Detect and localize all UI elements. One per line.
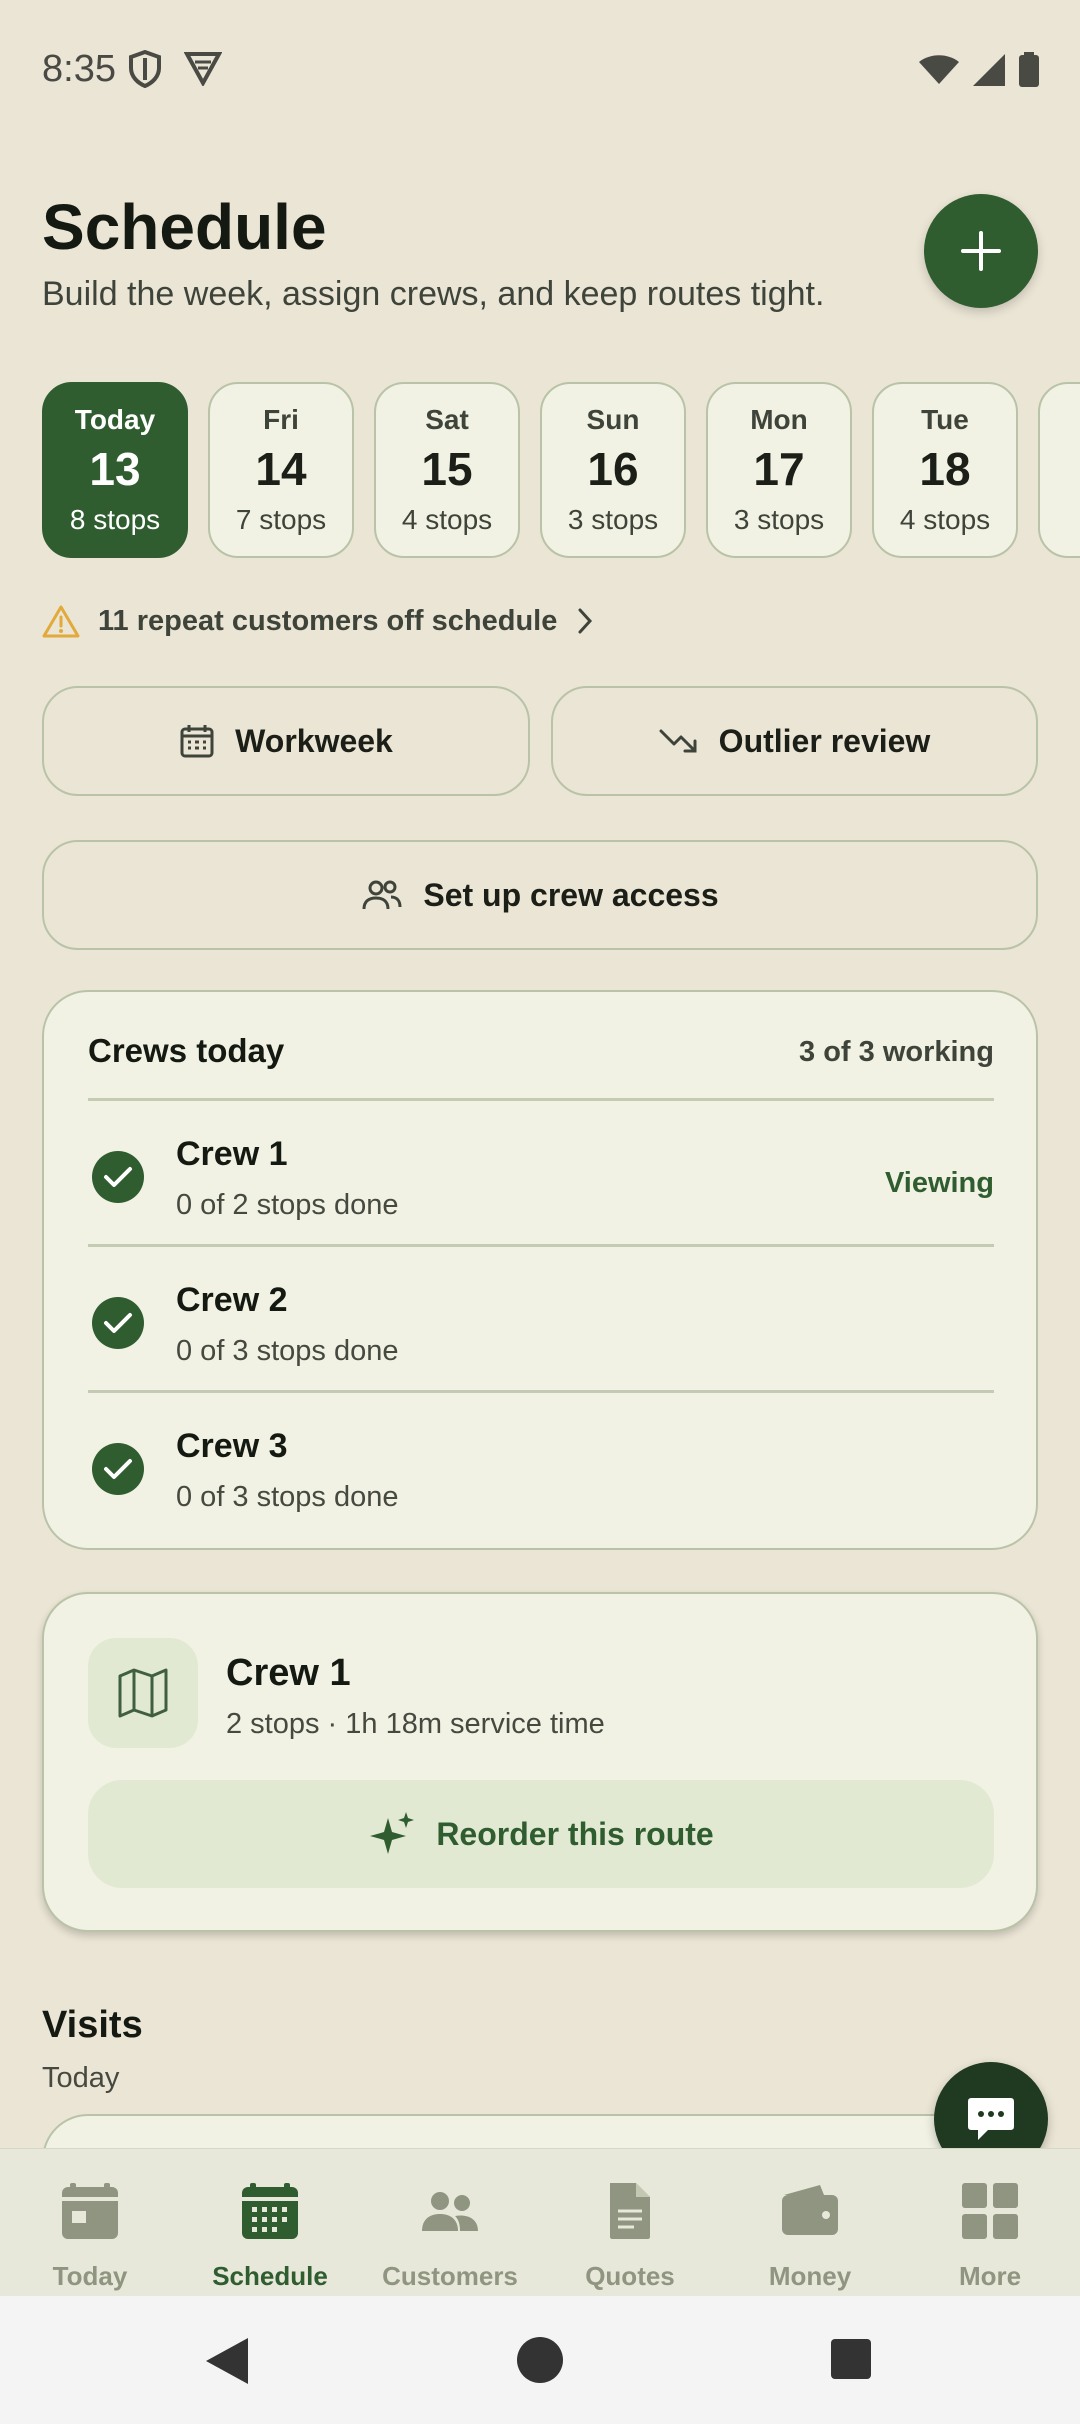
home-icon[interactable] — [516, 2336, 564, 2384]
nav-label: Money — [768, 2261, 852, 2291]
map-icon — [88, 1638, 198, 1748]
wallet-icon — [782, 2185, 838, 2235]
nav-today[interactable]: Today — [0, 2149, 180, 2297]
crew-name: Crew 2 — [176, 1281, 288, 1319]
route-crew-title: Crew 1 — [226, 1652, 351, 1694]
day-stops: 3 stops — [567, 504, 659, 535]
nav-schedule[interactable]: Schedule — [180, 2149, 360, 2297]
check-icon — [92, 1297, 144, 1349]
day-number: 18 — [919, 443, 971, 495]
add-button[interactable] — [924, 194, 1038, 308]
nav-label: Customers — [382, 2261, 518, 2291]
grid-icon — [962, 2183, 1018, 2239]
document-icon — [610, 2183, 650, 2239]
day-chip-today[interactable]: Today 13 8 stops — [42, 382, 188, 558]
day-number: 15 — [421, 443, 473, 495]
crews-working-count: 3 of 3 working — [799, 1036, 994, 1068]
day-name: Today — [74, 404, 156, 435]
wifi-icon — [919, 55, 959, 84]
visits-subtitle: Today — [42, 2062, 120, 2094]
nav-label: More — [958, 2261, 1022, 2291]
day-chip-sun[interactable]: Sun 16 3 stops — [540, 382, 686, 558]
day-name: Sat — [425, 404, 469, 435]
bottom-nav: Today Schedule Customers Quotes Money Mo… — [0, 2148, 1080, 2296]
crews-today-card: Crews today 3 of 3 working Crew 1 0 of 2… — [42, 990, 1038, 1550]
crew-access-label: Set up crew access — [423, 876, 719, 913]
status-bar: 8:35 — [0, 0, 1080, 140]
shield-icon — [129, 50, 161, 88]
day-stops: 8 stops — [69, 504, 161, 535]
day-name: Tue — [921, 404, 969, 435]
off-schedule-alert[interactable]: 11 repeat customers off schedule — [42, 604, 595, 638]
day-number: 13 — [89, 443, 141, 495]
reorder-route-label: Reorder this route — [436, 1815, 714, 1852]
crew-row[interactable]: Crew 1 0 of 2 stops done Viewing — [88, 1098, 994, 1244]
day-chip-tue[interactable]: Tue 18 4 stops — [872, 382, 1018, 558]
reorder-route-button[interactable]: Reorder this route — [88, 1780, 994, 1888]
page-title: Schedule — [42, 191, 327, 263]
people-icon — [362, 880, 402, 910]
signal-icon — [973, 54, 1005, 86]
crew-row[interactable]: Crew 2 0 of 3 stops done — [88, 1244, 994, 1390]
check-icon — [92, 1443, 144, 1495]
trending-down-icon — [659, 729, 697, 753]
workweek-label: Workweek — [235, 722, 393, 759]
day-number: 17 — [753, 443, 805, 495]
crew-row[interactable]: Crew 3 0 of 3 stops done — [88, 1390, 994, 1536]
crew-progress: 0 of 3 stops done — [176, 1335, 399, 1367]
plus-icon — [961, 231, 1001, 271]
day-name: Fri — [263, 404, 299, 435]
battery-icon — [1019, 52, 1039, 87]
day-chip-mon[interactable]: Mon 17 3 stops — [706, 382, 852, 558]
warning-icon — [42, 605, 80, 638]
calendar-grid-icon — [242, 2183, 298, 2239]
crew-progress: 0 of 2 stops done — [176, 1189, 399, 1221]
crew-progress: 0 of 3 stops done — [176, 1481, 399, 1513]
nav-quotes[interactable]: Quotes — [540, 2149, 720, 2297]
crew-name: Crew 1 — [176, 1135, 288, 1173]
nav-label: Today — [52, 2261, 128, 2291]
back-icon[interactable] — [204, 2336, 250, 2386]
nav-customers[interactable]: Customers — [360, 2149, 540, 2297]
day-chip-fri[interactable]: Fri 14 7 stops — [208, 382, 354, 558]
crew-name: Crew 3 — [176, 1427, 288, 1465]
crews-card-title: Crews today — [88, 1032, 285, 1069]
day-name: Mon — [750, 404, 808, 435]
day-name: Sun — [586, 404, 640, 435]
crew-access-button[interactable]: Set up crew access — [42, 840, 1038, 950]
workweek-button[interactable]: Workweek — [42, 686, 530, 796]
day-stops: 4 stops — [899, 504, 991, 535]
calendar-icon — [180, 725, 214, 758]
route-summary: 2 stops · 1h 18m service time — [226, 1708, 605, 1740]
page-subtitle: Build the week, assign crews, and keep r… — [42, 275, 825, 313]
day-chip-next[interactable] — [1038, 382, 1080, 558]
status-time: 8:35 — [42, 48, 116, 90]
app-badge-icon — [184, 52, 222, 86]
alert-text: 11 repeat customers off schedule — [98, 604, 558, 637]
outlier-review-button[interactable]: Outlier review — [551, 686, 1038, 796]
day-chip-sat[interactable]: Sat 15 4 stops — [374, 382, 520, 558]
recents-icon[interactable] — [830, 2338, 872, 2380]
people-icon — [422, 2192, 478, 2231]
day-number: 16 — [587, 443, 639, 495]
chevron-right-icon — [578, 608, 593, 634]
chat-icon — [968, 2098, 1014, 2140]
viewing-tag: Viewing — [884, 1167, 994, 1199]
day-strip[interactable]: Today 13 8 stops Fri 14 7 stops Sat 15 4… — [42, 382, 1080, 560]
nav-more[interactable]: More — [900, 2149, 1080, 2297]
nav-label: Quotes — [585, 2261, 675, 2291]
day-number: 14 — [255, 443, 307, 495]
outlier-review-label: Outlier review — [718, 722, 931, 759]
sparkle-icon — [370, 1812, 415, 1854]
route-card: Crew 1 2 stops · 1h 18m service time Reo… — [42, 1592, 1038, 1932]
day-stops: 4 stops — [401, 504, 493, 535]
nav-money[interactable]: Money — [720, 2149, 900, 2297]
nav-label: Schedule — [212, 2261, 328, 2291]
day-stops: 3 stops — [733, 504, 825, 535]
calendar-day-icon — [62, 2183, 118, 2239]
system-nav-bar — [0, 2296, 1080, 2424]
check-icon — [92, 1151, 144, 1203]
visits-title: Visits — [42, 2004, 143, 2046]
day-stops: 7 stops — [235, 504, 327, 535]
